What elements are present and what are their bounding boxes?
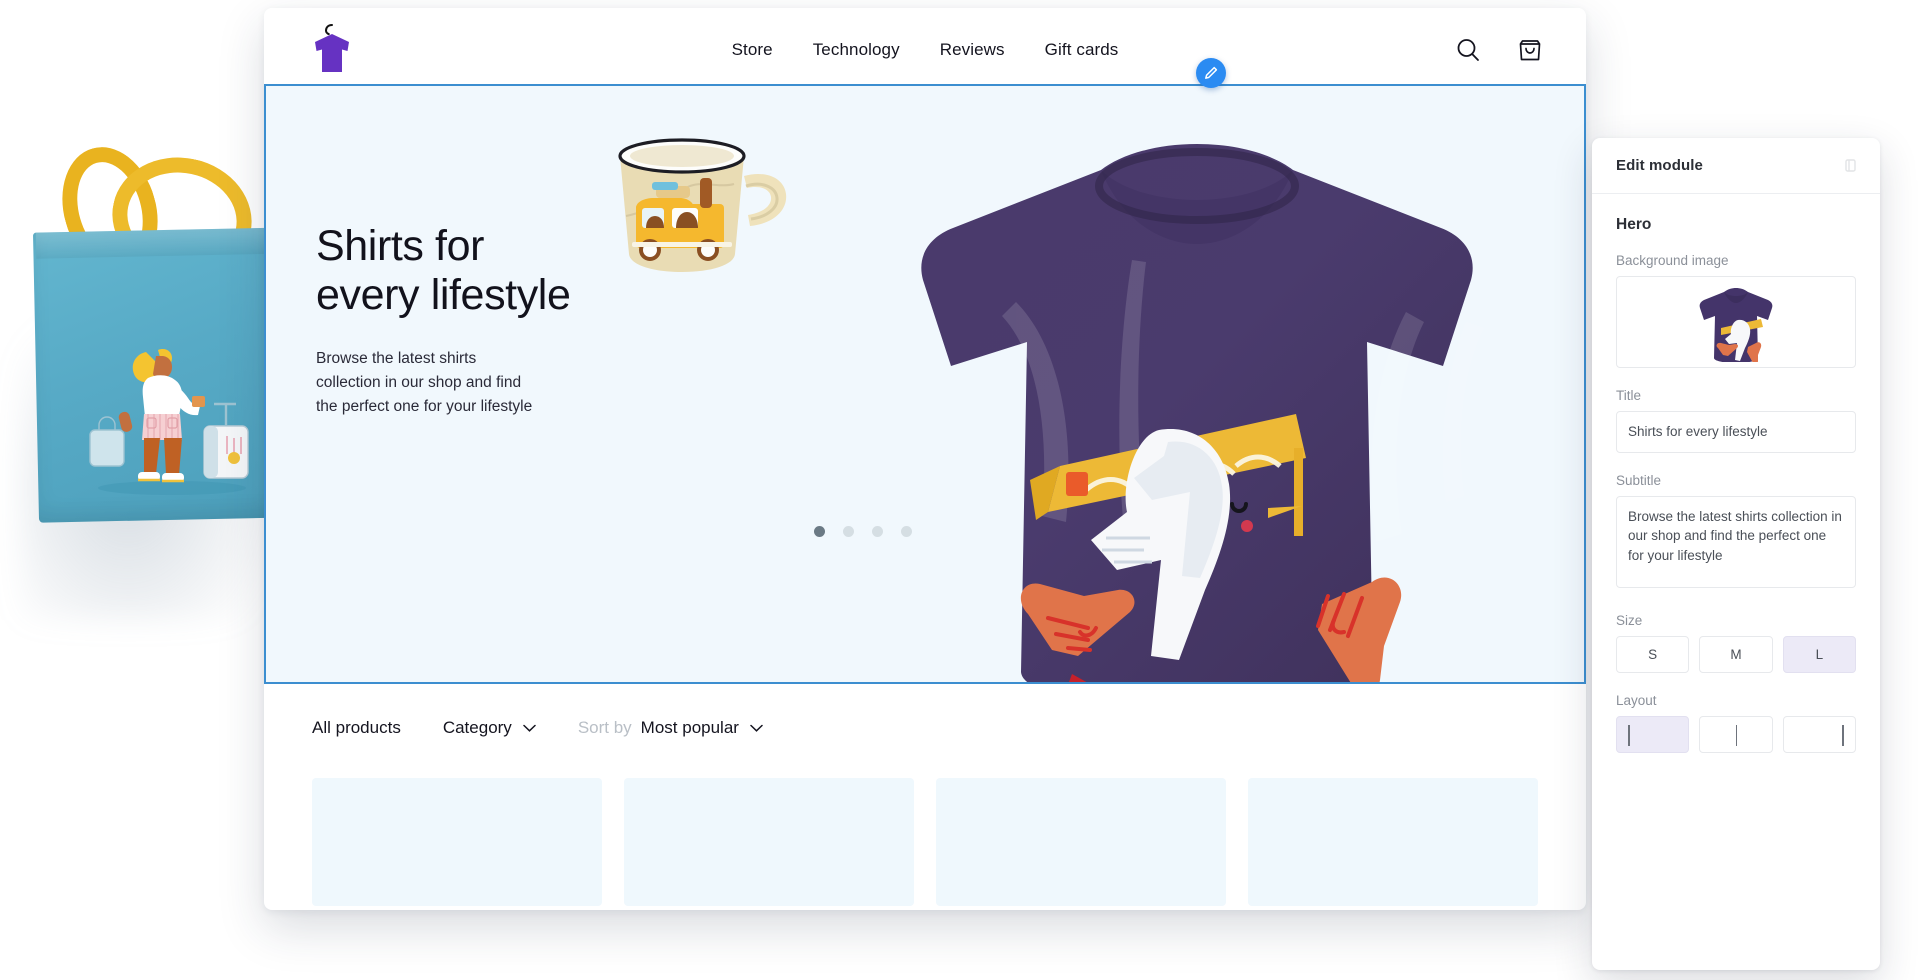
- purple-tshirt-thumbnail-icon: [1699, 288, 1773, 362]
- nav-item-gift-cards[interactable]: Gift cards: [1045, 40, 1119, 60]
- product-card-placeholder[interactable]: [936, 778, 1226, 906]
- nav-item-store[interactable]: Store: [732, 40, 773, 60]
- filter-category[interactable]: Category: [443, 718, 536, 738]
- align-left-icon: [1628, 724, 1630, 746]
- tote-top-fold: [35, 227, 295, 259]
- hero-module[interactable]: Shirts for every lifestyle Browse the la…: [264, 84, 1586, 684]
- filter-sort-value[interactable]: Most popular: [641, 718, 763, 738]
- screen: Store Technology Reviews Gift cards Shir…: [0, 0, 1920, 980]
- subtitle-field-label: Subtitle: [1616, 472, 1662, 488]
- carousel-dot-2[interactable]: [843, 526, 854, 537]
- browser-preview-card: Store Technology Reviews Gift cards Shir…: [264, 8, 1586, 910]
- layout-field-label: Layout: [1616, 692, 1657, 708]
- layout-selector: [1616, 715, 1856, 753]
- module-name: Hero: [1616, 216, 1652, 233]
- size-field-label: Size: [1616, 612, 1643, 628]
- product-card-placeholder[interactable]: [624, 778, 914, 906]
- site-header: Store Technology Reviews Gift cards: [264, 8, 1586, 92]
- title-field-label: Title: [1616, 388, 1642, 403]
- align-center-icon: [1735, 724, 1738, 746]
- background-image-label: Background image: [1616, 253, 1729, 268]
- search-icon[interactable]: [1454, 36, 1482, 64]
- layout-option-align-center[interactable]: [1699, 715, 1773, 753]
- size-option-s[interactable]: S: [1616, 635, 1690, 673]
- sort-by-label: Sort by: [577, 718, 632, 737]
- size-option-l[interactable]: L: [1782, 635, 1856, 673]
- carousel-dot-4[interactable]: [901, 526, 912, 537]
- title-input[interactable]: [1616, 411, 1856, 453]
- background-image-thumbnail[interactable]: [1616, 276, 1856, 368]
- main-nav: Store Technology Reviews Gift cards: [264, 8, 1586, 92]
- nav-item-technology[interactable]: Technology: [813, 40, 900, 60]
- product-card-placeholder[interactable]: [1248, 778, 1538, 906]
- panel-title: Edit module: [1616, 157, 1703, 174]
- product-filter-bar: All products Category Sort by Most popul…: [264, 684, 1586, 772]
- layout-option-align-left[interactable]: [1616, 715, 1690, 753]
- layout-option-align-right[interactable]: [1782, 715, 1856, 753]
- panel-body: Hero Background image Title Subtitle Siz…: [1592, 194, 1880, 799]
- hero-text: Shirts for every lifestyle Browse the la…: [316, 222, 646, 418]
- tshirt-hanger-logo[interactable]: [306, 22, 358, 78]
- product-card-placeholder[interactable]: [312, 778, 602, 906]
- chevron-down-icon: [750, 724, 763, 732]
- filter-category-label: Category: [442, 718, 512, 737]
- carousel-dots: [814, 526, 912, 537]
- sort-value-label: Most popular: [640, 718, 739, 737]
- pencil-icon: [1205, 66, 1218, 79]
- product-grid: [264, 778, 1586, 906]
- header-actions: [1454, 36, 1544, 64]
- size-selector: S M L: [1616, 635, 1856, 673]
- tote-illustration: [89, 348, 249, 495]
- panel-header: Edit module: [1592, 138, 1880, 194]
- tote-bag-photo: [0, 130, 300, 630]
- hero-subtitle: Browse the latest shirts collection in o…: [316, 349, 533, 415]
- carousel-dot-3[interactable]: [872, 526, 883, 537]
- purple-tshirt-photo: [921, 144, 1484, 682]
- edit-module-panel: Edit module Hero Background image Title: [1592, 138, 1880, 970]
- edit-module-badge[interactable]: [1196, 58, 1226, 88]
- hero-title: Shirts for every lifestyle: [316, 222, 571, 320]
- nav-item-reviews[interactable]: Reviews: [940, 40, 1005, 60]
- filter-all-products[interactable]: All products: [312, 718, 401, 738]
- align-right-icon: [1842, 724, 1844, 746]
- carousel-dot-1[interactable]: [814, 526, 825, 537]
- chevron-down-icon: [523, 724, 536, 732]
- subtitle-input[interactable]: [1616, 495, 1856, 588]
- collapse-icon[interactable]: [1845, 159, 1856, 172]
- shopping-bag-icon[interactable]: [1516, 36, 1544, 64]
- size-option-m[interactable]: M: [1699, 635, 1773, 673]
